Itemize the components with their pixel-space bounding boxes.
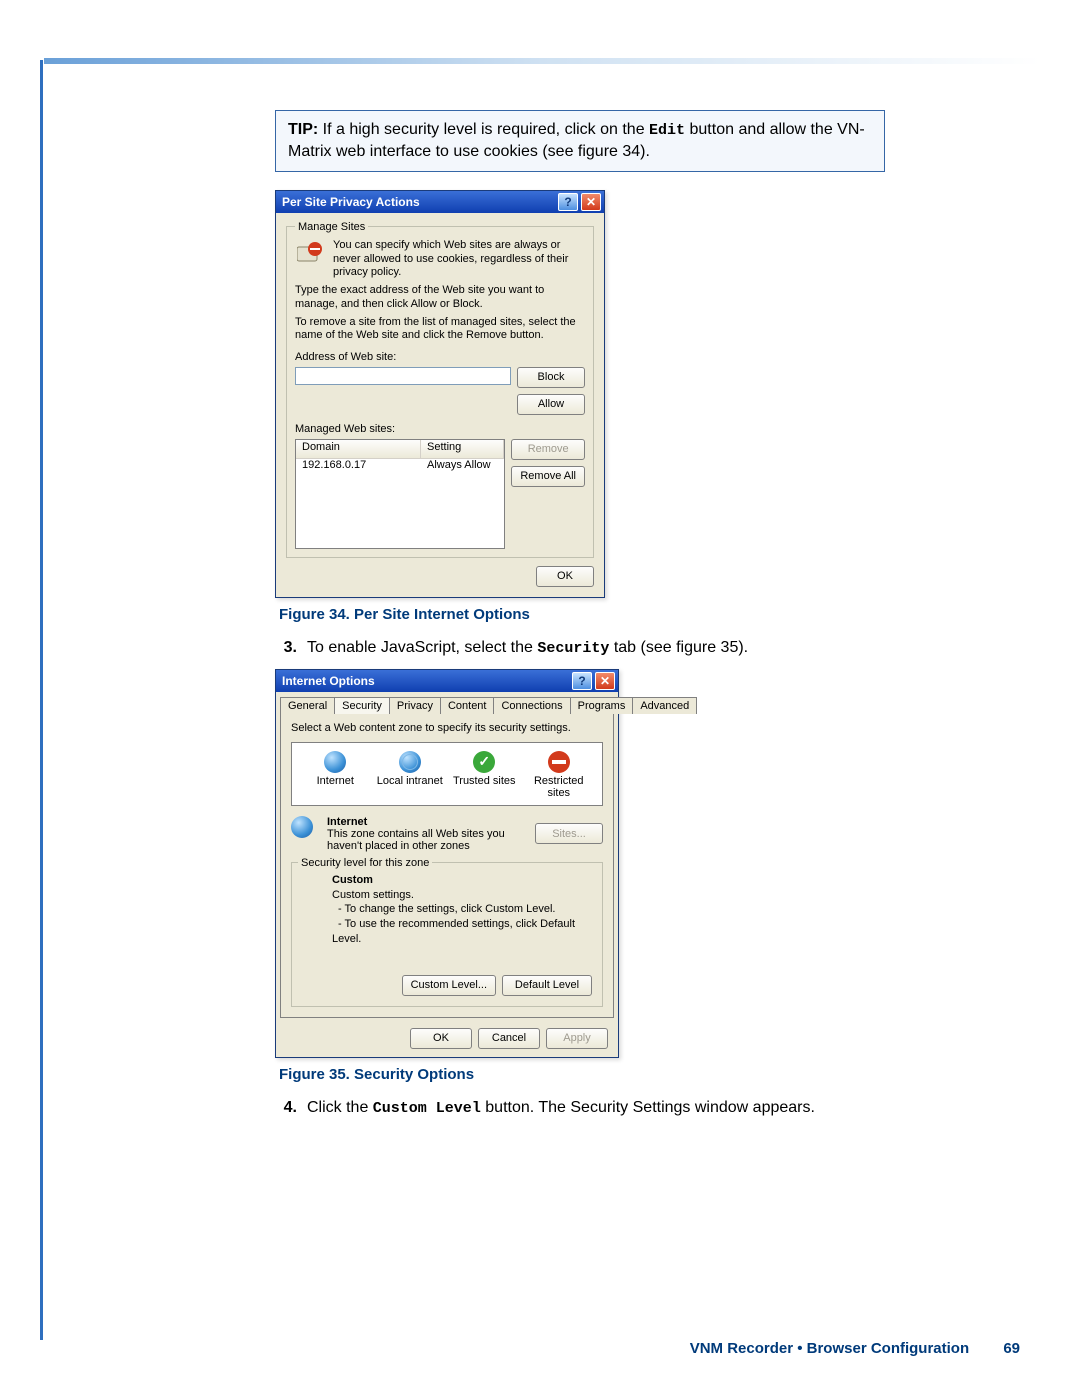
top-rule (44, 58, 1040, 64)
managed-sites-list[interactable]: Domain Setting 192.168.0.17 Always Allow (295, 439, 505, 549)
page-number: 69 (1003, 1340, 1020, 1357)
tabs: General Security Privacy Content Connect… (276, 692, 618, 713)
custom-line2: - To change the settings, click Custom L… (338, 903, 555, 915)
custom-level-button[interactable]: Custom Level... (402, 975, 496, 996)
remove-all-button[interactable]: Remove All (511, 466, 585, 487)
zone-description-row: Internet This zone contains all Web site… (291, 816, 603, 852)
zone-internet-desc: This zone contains all Web sites you hav… (327, 828, 505, 852)
step-4-num: 4. (275, 1097, 297, 1119)
manage-sites-legend: Manage Sites (295, 221, 368, 233)
globe-icon (291, 816, 313, 838)
step-3-t2: tab (see figure 35). (609, 639, 748, 656)
custom-line1: Custom settings. (332, 889, 414, 901)
dlg2-title: Internet Options (282, 674, 375, 688)
row-setting: Always Allow (421, 459, 504, 475)
default-level-button[interactable]: Default Level (502, 975, 592, 996)
tab-connections[interactable]: Connections (493, 697, 570, 714)
dlg2-apply-button[interactable]: Apply (546, 1028, 608, 1049)
help-icon[interactable]: ? (558, 193, 578, 211)
zone-intranet-label: Local intranet (375, 775, 445, 787)
dlg1-desc1: You can specify which Web sites are alwa… (333, 239, 585, 280)
custom-line3: - To use the recommended settings, click… (332, 918, 575, 945)
tab-general[interactable]: General (280, 697, 335, 714)
globe-icon (324, 751, 346, 773)
step-4-code: Custom Level (373, 1100, 481, 1117)
tab-privacy[interactable]: Privacy (389, 697, 441, 714)
zone-internet[interactable]: Internet (300, 749, 370, 799)
content-area: TIP: If a high security level is require… (275, 110, 885, 1129)
privacy-icon (295, 239, 325, 265)
document-page: TIP: If a high security level is require… (0, 0, 1080, 1397)
tab-content[interactable]: Content (440, 697, 495, 714)
zone-internet-title: Internet (327, 816, 367, 828)
dlg1-titlebar[interactable]: Per Site Privacy Actions ? ✕ (276, 191, 604, 213)
address-input[interactable] (295, 367, 511, 385)
dlg1-desc3: To remove a site from the list of manage… (295, 316, 585, 344)
dlg1-desc2: Type the exact address of the Web site y… (295, 284, 585, 312)
dlg1-ok-button[interactable]: OK (536, 566, 594, 587)
dlg2-cancel-button[interactable]: Cancel (478, 1028, 540, 1049)
footer-text: VNM Recorder • Browser Configuration (690, 1340, 969, 1357)
tab-security[interactable]: Security (334, 697, 390, 714)
close-icon[interactable]: ✕ (581, 193, 601, 211)
tip-callout: TIP: If a high security level is require… (275, 110, 885, 172)
col-setting[interactable]: Setting (421, 440, 504, 458)
dlg2-ok-button[interactable]: OK (410, 1028, 472, 1049)
side-rule (40, 60, 43, 1340)
page-footer: VNM Recorder • Browser Configuration 69 (690, 1340, 1020, 1357)
col-domain[interactable]: Domain (296, 440, 421, 458)
step-3-num: 3. (275, 637, 297, 659)
tip-text-1: If a high security level is required, cl… (323, 121, 649, 138)
tab-programs[interactable]: Programs (570, 697, 634, 714)
sites-button[interactable]: Sites... (535, 823, 603, 844)
custom-title: Custom (332, 874, 373, 886)
manage-sites-group: Manage Sites You can specify which Web s… (286, 221, 594, 558)
security-tab-panel: Select a Web content zone to specify its… (280, 713, 614, 1018)
dlg2-button-row: OK Cancel Apply (276, 1022, 618, 1057)
check-icon: ✓ (473, 751, 495, 773)
per-site-privacy-dialog: Per Site Privacy Actions ? ✕ Manage Site… (275, 190, 605, 598)
step-4-t2: button. The Security Settings window app… (481, 1099, 815, 1116)
zone-restricted-label: Restricted sites (524, 775, 594, 799)
list-header: Domain Setting (296, 440, 504, 459)
managed-label: Managed Web sites: (295, 423, 585, 437)
close-icon[interactable]: ✕ (595, 672, 615, 690)
address-label: Address of Web site: (295, 351, 585, 365)
select-zone-text: Select a Web content zone to specify its… (291, 722, 603, 736)
step-3-code: Security (537, 640, 609, 657)
figure-35-caption: Figure 35. Security Options (279, 1066, 885, 1083)
tip-code-edit: Edit (649, 122, 685, 139)
figure-34-caption: Figure 34. Per Site Internet Options (279, 606, 885, 623)
step-4-t1: Click the (307, 1099, 373, 1116)
zone-internet-label: Internet (300, 775, 370, 787)
help-icon[interactable]: ? (572, 672, 592, 690)
internet-options-dialog: Internet Options ? ✕ General Security Pr… (275, 669, 619, 1058)
zone-local-intranet[interactable]: Local intranet (375, 749, 445, 799)
zone-trusted-sites[interactable]: ✓ Trusted sites (449, 749, 519, 799)
security-level-group: Security level for this zone Custom Cust… (291, 862, 603, 1007)
security-level-legend: Security level for this zone (298, 857, 432, 869)
step-3-t1: To enable JavaScript, select the (307, 639, 537, 656)
zone-trusted-label: Trusted sites (449, 775, 519, 787)
stop-icon (548, 751, 570, 773)
remove-button[interactable]: Remove (511, 439, 585, 460)
dlg1-title: Per Site Privacy Actions (282, 195, 420, 209)
tip-label: TIP: (288, 121, 318, 138)
table-row[interactable]: 192.168.0.17 Always Allow (296, 459, 504, 475)
allow-button[interactable]: Allow (517, 394, 585, 415)
step-4: 4. Click the Custom Level button. The Se… (275, 1097, 885, 1119)
step-3: 3. To enable JavaScript, select the Secu… (275, 637, 885, 659)
dlg2-titlebar[interactable]: Internet Options ? ✕ (276, 670, 618, 692)
block-button[interactable]: Block (517, 367, 585, 388)
zones-box: Internet Local intranet ✓ Trusted sites (291, 742, 603, 806)
intranet-icon (399, 751, 421, 773)
row-domain: 192.168.0.17 (296, 459, 421, 475)
zone-restricted-sites[interactable]: Restricted sites (524, 749, 594, 799)
tab-advanced[interactable]: Advanced (632, 697, 697, 714)
dlg1-body: Manage Sites You can specify which Web s… (276, 213, 604, 597)
